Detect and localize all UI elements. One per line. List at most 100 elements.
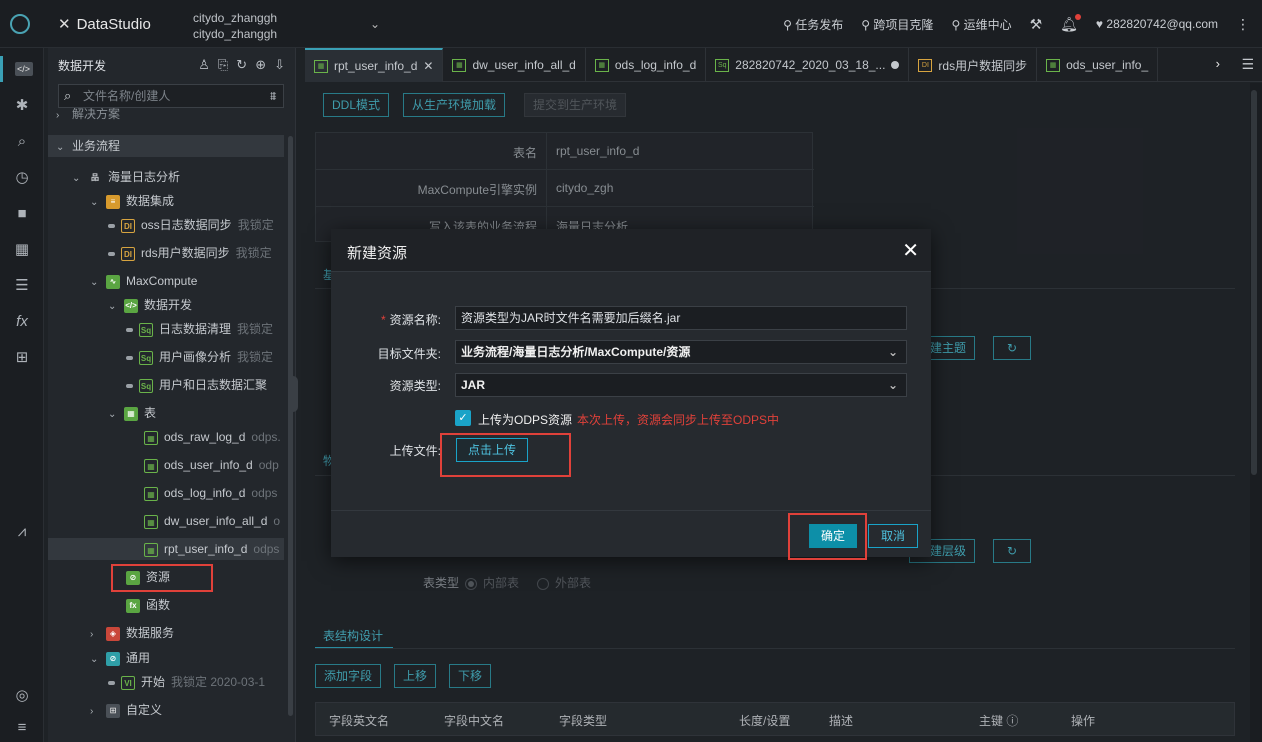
table-icon: ▦	[594, 58, 609, 72]
tree-tables[interactable]: ⌄ ▦ 表	[48, 402, 284, 424]
dialog-title: 新建资源	[347, 245, 408, 262]
tree-node-rds[interactable]: DI rds用户数据同步 我锁定	[48, 242, 284, 264]
search-icon: ⌕	[64, 88, 72, 103]
table-icon: ▦	[452, 58, 467, 72]
settings-icon[interactable]: ◎	[0, 682, 44, 708]
tree-data-integration[interactable]: ⌄ ≡ 数据集成	[48, 190, 284, 212]
sidebar-tools: ♙ ⎘ ↻ ⊕ ⇩	[198, 57, 285, 73]
tree-data-service[interactable]: › ◈ 数据服务	[48, 622, 284, 644]
sidebar-scrollbar[interactable]	[288, 136, 293, 716]
tree-maxcompute[interactable]: ⌄ ∿ MaxCompute	[48, 270, 284, 292]
dialog-header: 新建资源 ✕	[331, 229, 931, 272]
upload-odps-label: 上传为ODPS资源	[478, 413, 573, 427]
tools-icon: ✕	[58, 16, 71, 33]
tree-solutions[interactable]: › 解决方案	[48, 108, 284, 122]
refresh-icon[interactable]: ↻	[236, 57, 247, 73]
workspace-selector[interactable]: citydo_zhanggh citydo_zhanggh	[193, 10, 277, 42]
dataworks-logo-icon[interactable]	[10, 14, 30, 34]
tab-ods-user-info[interactable]: ▦ ods_user_info_	[1037, 48, 1159, 82]
locate-icon[interactable]: ⊕	[255, 57, 266, 73]
bell-icon[interactable]: 🔔︎	[1060, 13, 1081, 33]
cancel-button[interactable]: 取消	[868, 524, 919, 548]
upload-highlight	[440, 433, 571, 477]
tab-ods-log-info[interactable]: ▦ ods_log_info_d	[586, 48, 707, 82]
workspace-name: citydo_zhanggh	[193, 11, 278, 25]
import-icon[interactable]: ⇩	[274, 57, 285, 73]
top-bar: ✕ DataStudio citydo_zhanggh citydo_zhangg…	[0, 0, 1262, 48]
unsaved-dot-icon	[891, 61, 900, 69]
tree-node-oss[interactable]: DI oss日志数据同步 我锁定	[48, 214, 284, 236]
brand[interactable]: ✕ DataStudio	[58, 15, 151, 33]
tree-custom[interactable]: › ⊞ 自定义	[48, 699, 284, 721]
tree-table-dw-user[interactable]: ▦ dw_user_info_all_d o	[48, 510, 284, 532]
tabs-menu-icon[interactable]: ☰	[1241, 56, 1254, 73]
tree-flow-log[interactable]: ⌄ 品海量日志分析	[48, 166, 284, 188]
tree-business-flow[interactable]: ⌄ 业务流程	[48, 135, 284, 157]
close-icon[interactable]: ✕	[902, 238, 919, 263]
chevron-down-icon: ⌄	[887, 345, 898, 359]
left-rail: </> ✱ ⌕ ◷ ■ ▦ ☰ fx ⊞ ⩘ ◎ ≡	[0, 48, 44, 742]
table-icon[interactable]: ▦	[0, 236, 44, 262]
tab-rds-sync[interactable]: DI rds用户数据同步	[909, 48, 1038, 82]
clock-icon[interactable]: ◷	[0, 164, 44, 190]
trash-icon[interactable]: ⊞	[0, 344, 44, 370]
tab-dw-user-info[interactable]: ▦ dw_user_info_all_d	[443, 48, 586, 82]
resource-type-label: 资源类型:	[389, 379, 441, 393]
new-file-icon[interactable]: ⎘	[218, 57, 228, 73]
tree-data-dev[interactable]: ⌄ </> 数据开发	[48, 294, 284, 316]
tree-node-clean[interactable]: Sq 日志数据清理 我锁定	[48, 318, 284, 340]
new-resource-dialog: 新建资源 ✕ * 资源名称: 资源类型为JAR时文件名需要加后缀名.jar 目标文…	[331, 229, 931, 560]
nav-publish[interactable]: ⚲ 任务发布	[783, 16, 843, 33]
data-dev-icon[interactable]: </>	[0, 56, 44, 82]
target-folder-select[interactable]: 业务流程/海量日志分析/MaxCompute/资源 ⌄	[455, 340, 907, 364]
resources-highlight	[111, 564, 213, 592]
close-icon[interactable]: ✕	[423, 59, 433, 73]
table-icon: ▦	[1046, 58, 1061, 72]
tabs-next-icon[interactable]: ›	[1216, 56, 1220, 71]
table-icon: ▦	[314, 59, 328, 73]
tab-sql-file[interactable]: Sq 282820742_2020_03_18_...	[706, 48, 910, 82]
tree-general[interactable]: ⌄ ⊘ 通用	[48, 647, 284, 669]
resource-type-select[interactable]: JAR ⌄	[455, 373, 907, 397]
more-vertical-icon[interactable]: ⋮	[1236, 16, 1250, 33]
nav-clone[interactable]: ⚲ 跨项目克隆	[861, 16, 933, 33]
top-nav: ⚲ 任务发布 ⚲ 跨项目克隆 ⚲ 运维中心 ⚒ 🔔︎ ♥ 282820742@q…	[783, 0, 1262, 48]
nav-ops[interactable]: ⚲ 运维中心	[951, 16, 1011, 33]
sql-icon: Sq	[715, 58, 730, 72]
tree-node-profile[interactable]: Sq 用户画像分析 我锁定	[48, 346, 284, 368]
sidebar-collapse-handle[interactable]	[288, 376, 298, 412]
tree-functions[interactable]: fx 函数	[48, 594, 284, 616]
tree-table-rpt-user[interactable]: ▦ rpt_user_info_d odps	[48, 538, 284, 560]
list-icon[interactable]: ☰	[0, 272, 44, 298]
user-icon[interactable]: ♙	[198, 57, 210, 73]
filter-icon[interactable]: ⩩	[270, 89, 276, 104]
tree-table-ods-log[interactable]: ▦ ods_log_info_d odps	[48, 482, 284, 504]
di-icon: DI	[918, 58, 933, 72]
resource-name-label: * 资源名称:	[380, 313, 441, 327]
account-menu[interactable]: ♥ 282820742@qq.com	[1096, 17, 1218, 31]
chevron-down-icon: ⌄	[887, 378, 898, 392]
search-input[interactable]: 文件名称/创建人	[58, 84, 284, 108]
dialog-footer-divider	[331, 510, 931, 511]
pulse-icon[interactable]: ⩘	[0, 518, 44, 544]
component-icon[interactable]: ✱	[0, 92, 44, 118]
tree-table-ods-raw[interactable]: ▦ ods_raw_log_d odps.	[48, 426, 284, 448]
editor-tabs: ▦ rpt_user_info_d ✕ ▦ dw_user_info_all_d ▦ o…	[305, 48, 1262, 82]
search-icon[interactable]: ⌕	[0, 128, 44, 154]
tab-rpt-user-info[interactable]: ▦ rpt_user_info_d ✕	[305, 48, 444, 82]
tree-node-merge[interactable]: Sq 用户和日志数据汇聚	[48, 374, 284, 396]
wrench-icon[interactable]: ⚒	[1030, 16, 1043, 33]
resource-name-input[interactable]: 资源类型为JAR时文件名需要加后缀名.jar	[455, 306, 907, 330]
workspace-id: citydo_zhanggh	[193, 27, 278, 41]
confirm-highlight	[788, 513, 867, 560]
menu-icon[interactable]: ≡	[0, 714, 44, 740]
brand-title: DataStudio	[76, 16, 151, 33]
tree-node-start[interactable]: VI 开始 我锁定 2020-03-1	[48, 671, 284, 693]
tree-table-ods-user[interactable]: ▦ ods_user_info_d odp	[48, 454, 284, 476]
briefcase-icon[interactable]: ■	[0, 200, 44, 226]
function-icon[interactable]: fx	[0, 308, 44, 334]
upload-odps-checkbox[interactable]: ✓	[455, 410, 471, 426]
target-folder-label: 目标文件夹:	[377, 347, 441, 361]
chevron-down-icon[interactable]: ⌄	[370, 17, 380, 31]
upload-file-label: 上传文件:	[389, 444, 441, 458]
